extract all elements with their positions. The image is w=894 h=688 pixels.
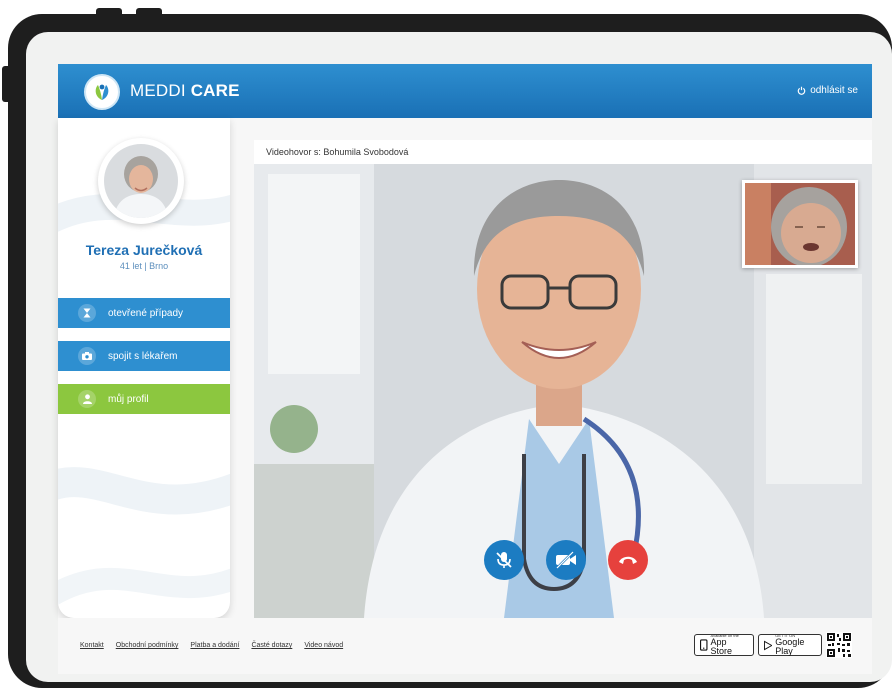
- nav-my-profile-label: můj profil: [108, 393, 149, 405]
- camera-off-icon: [556, 551, 576, 569]
- video-call-title: Videohovor s: Bohumila Svobodová: [266, 147, 409, 157]
- hourglass-icon: [78, 304, 96, 322]
- qr-code-icon[interactable]: [826, 632, 852, 658]
- nav-my-profile[interactable]: můj profil: [58, 384, 230, 414]
- user-name: Tereza Jurečková: [85, 242, 203, 258]
- app-header: MEDDI CARE odhlásit se: [58, 64, 872, 118]
- brand-name: MEDDI CARE: [130, 81, 240, 101]
- app-store-label: App Store: [710, 637, 733, 656]
- logout-label: odhlásit se: [810, 85, 858, 96]
- footer-link-terms[interactable]: Obchodní podmínky: [116, 642, 179, 649]
- meddi-care-app: MEDDI CARE odhlásit se Tereza Jurečková …: [58, 64, 872, 674]
- video-call-main[interactable]: [254, 164, 872, 618]
- app-store-badge[interactable]: Available on the App Store: [694, 634, 754, 656]
- user-avatar[interactable]: [98, 138, 184, 224]
- google-play-badge[interactable]: GET IT ON Google Play: [758, 634, 822, 656]
- hang-up-icon: [619, 556, 637, 564]
- power-icon: [797, 86, 806, 95]
- brand-light: MEDDI: [130, 81, 191, 100]
- camera-off-button[interactable]: [546, 540, 586, 580]
- mute-mic-icon: [496, 552, 512, 568]
- user-meta: 41 let | Brno: [119, 261, 169, 271]
- mute-mic-button[interactable]: [484, 540, 524, 580]
- phone-icon: [700, 639, 708, 651]
- tablet-screen: MEDDI CARE odhlásit se Tereza Jurečková …: [26, 32, 892, 682]
- video-call-title-bar: Videohovor s: Bohumila Svobodová: [254, 140, 872, 165]
- hang-up-button[interactable]: [608, 540, 648, 580]
- footer-link-payment[interactable]: Platba a dodání: [190, 642, 239, 649]
- footer-link-video-guide[interactable]: Video návod: [304, 642, 343, 649]
- nav-open-cases-label: otevřené případy: [108, 307, 184, 319]
- logout-button[interactable]: odhlásit se: [797, 85, 858, 96]
- user-avatar-photo: [104, 144, 178, 218]
- meddi-care-logo[interactable]: [84, 74, 120, 110]
- footer-links: Kontakt Obchodní podmínky Platba a dodán…: [80, 642, 343, 649]
- self-view-pip[interactable]: [742, 180, 858, 268]
- play-icon: [764, 640, 773, 650]
- footer-link-contact[interactable]: Kontakt: [80, 642, 104, 649]
- user-icon: [78, 390, 96, 408]
- app-footer: Kontakt Obchodní podmínky Platba a dodán…: [58, 618, 872, 674]
- patient-video-feed: [745, 183, 855, 265]
- logo-leaf-icon: [95, 84, 109, 100]
- camera-icon: [78, 347, 96, 365]
- google-play-label: Google Play: [775, 637, 805, 656]
- nav-connect-doctor-label: spojit s lékařem: [108, 350, 178, 362]
- nav-connect-doctor[interactable]: spojit s lékařem: [58, 341, 230, 371]
- footer-link-faq[interactable]: Časté dotazy: [251, 642, 292, 649]
- sidebar: Tereza Jurečková 41 let | Brno otevřené …: [58, 118, 230, 618]
- brand-bold: CARE: [190, 81, 240, 100]
- woman-portrait-icon: [104, 144, 178, 218]
- nav-open-cases[interactable]: otevřené případy: [58, 298, 230, 328]
- tablet-frame: MEDDI CARE odhlásit se Tereza Jurečková …: [8, 14, 892, 688]
